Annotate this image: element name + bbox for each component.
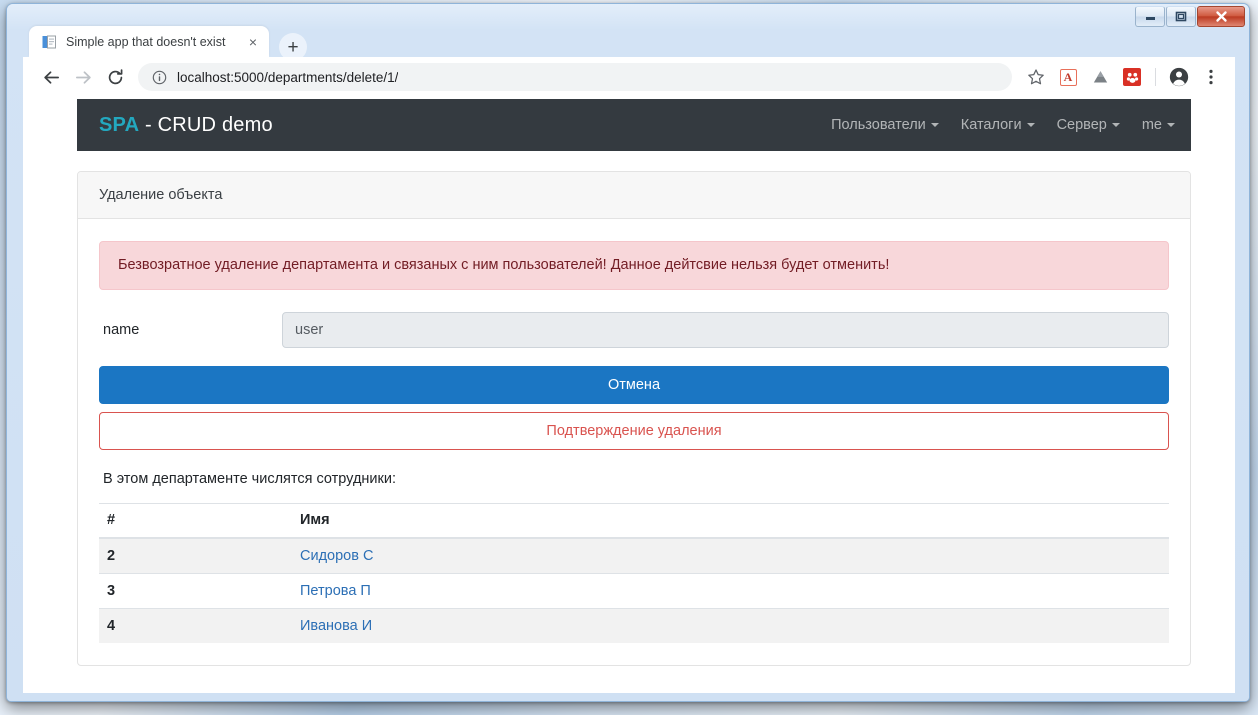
employee-link[interactable]: Сидоров С (300, 548, 373, 564)
page-viewport: SPA - CRUD demo Пользователи Каталоги Се… (23, 97, 1235, 693)
tab-strip: Simple app that doesn't exist × + (7, 18, 1249, 61)
tab-title: Simple app that doesn't exist (66, 34, 226, 49)
app-brand[interactable]: SPA - CRUD demo (99, 114, 273, 137)
back-button[interactable] (36, 62, 66, 92)
card-body: Безвозратное удаление департамента и свя… (78, 219, 1190, 643)
reload-button[interactable] (100, 62, 130, 92)
danger-alert: Безвозратное удаление департамента и свя… (99, 241, 1169, 290)
back-arrow-icon (43, 70, 59, 84)
cancel-button[interactable]: Отмена (99, 365, 1169, 404)
nav-item-server[interactable]: Сервер (1057, 117, 1120, 133)
employee-link[interactable]: Иванова И (300, 618, 372, 634)
nav-item-users[interactable]: Пользователи (831, 117, 939, 133)
nav-item-me-label: me (1141, 117, 1162, 133)
browser-window: Simple app that doesn't exist × + localh… (6, 3, 1250, 702)
browser-tab[interactable]: Simple app that doesn't exist × (29, 26, 269, 57)
chevron-down-icon (1167, 123, 1175, 127)
star-icon (1028, 69, 1044, 85)
chevron-down-icon (930, 123, 939, 127)
employees-table: # Имя 2 Сидоров С 3 Петрова П 4 Иванова … (99, 502, 1169, 643)
column-header-name: Имя (292, 502, 1169, 539)
tab-close-icon[interactable]: × (243, 32, 263, 52)
chrome-menu-button[interactable] (1197, 63, 1225, 91)
navbar-links: Пользователи Каталоги Сервер me (831, 117, 1175, 133)
table-row[interactable]: 3 Петрова П (99, 572, 1169, 609)
row-index: 3 (99, 572, 292, 609)
chevron-down-icon (1111, 123, 1120, 127)
brand-accent: SPA (99, 113, 140, 136)
table-head: # Имя (99, 502, 1169, 539)
url-text: localhost:5000/departments/delete/1/ (177, 69, 399, 85)
nav-item-server-label: Сервер (1056, 117, 1107, 133)
name-form-row: name user (99, 311, 1169, 348)
red-extension-icon (1123, 68, 1141, 86)
app-navbar: SPA - CRUD demo Пользователи Каталоги Се… (77, 99, 1191, 151)
name-input[interactable]: user (282, 311, 1169, 348)
profile-button[interactable] (1165, 63, 1193, 91)
browser-toolbar: localhost:5000/departments/delete/1/ A (23, 57, 1235, 97)
row-index: 2 (99, 537, 292, 574)
table-row[interactable]: 2 Сидоров С (99, 537, 1169, 574)
nav-item-catalogs[interactable]: Каталоги (961, 117, 1035, 133)
confirm-delete-button[interactable]: Подтверждение удаления (99, 411, 1169, 450)
table-row[interactable]: 4 Иванова И (99, 607, 1169, 643)
avatar-icon (1169, 67, 1189, 87)
forward-arrow-icon (75, 70, 91, 84)
row-name-cell: Петрова П (292, 572, 1169, 609)
drive-extension-icon (1093, 70, 1107, 82)
row-name-cell: Сидоров С (292, 537, 1169, 574)
three-dots-menu-icon (1209, 69, 1213, 85)
table-body: 2 Сидоров С 3 Петрова П 4 Иванова И (99, 537, 1169, 643)
brand-rest: - CRUD demo (139, 113, 273, 136)
row-index: 4 (99, 607, 292, 643)
chevron-down-icon (1026, 123, 1035, 127)
employees-caption: В этом департаменте числятся сотрудники: (103, 470, 396, 487)
pdf-extension-button[interactable]: A (1054, 63, 1082, 91)
red-extension-button[interactable] (1118, 63, 1146, 91)
card-header: Удаление объекта (78, 172, 1190, 219)
nav-item-me[interactable]: me (1142, 117, 1175, 133)
address-bar[interactable]: localhost:5000/departments/delete/1/ (138, 63, 1012, 91)
bookmark-button[interactable] (1022, 63, 1050, 91)
delete-object-card: Удаление объекта Безвозратное удаление д… (77, 171, 1191, 666)
employee-link[interactable]: Петрова П (300, 583, 371, 599)
site-info-icon[interactable] (150, 68, 168, 86)
forward-button[interactable] (68, 62, 98, 92)
reload-icon (108, 68, 122, 84)
drive-extension-button[interactable] (1086, 63, 1114, 91)
pdf-extension-icon: A (1059, 68, 1077, 86)
nav-item-catalogs-label: Каталоги (960, 117, 1022, 133)
table-header-row: # Имя (99, 502, 1169, 539)
toolbar-divider (1155, 68, 1156, 86)
row-name-cell: Иванова И (292, 607, 1169, 643)
page-favicon-icon (42, 35, 56, 48)
name-field-label: name (103, 321, 140, 338)
column-header-index: # (99, 502, 292, 539)
nav-item-users-label: Пользователи (831, 117, 926, 133)
